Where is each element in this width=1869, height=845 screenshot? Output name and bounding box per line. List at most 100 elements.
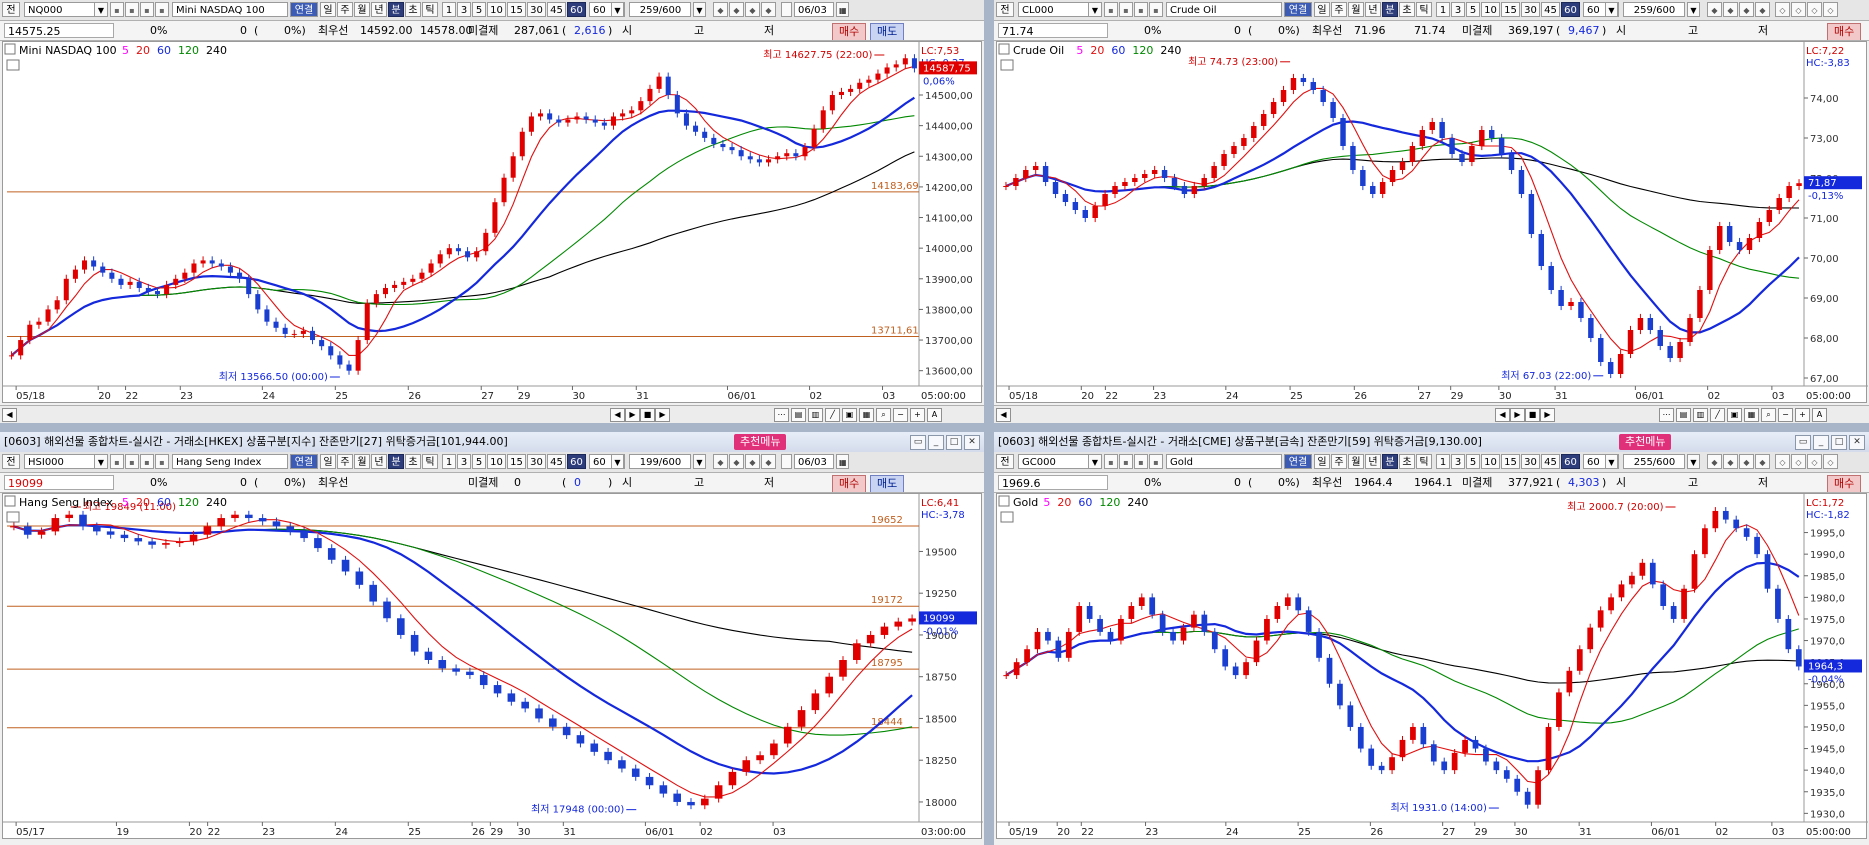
period-button[interactable]: 월 [354,454,370,469]
count-dropdown-icon[interactable]: ▼ [693,2,706,17]
zoom-in-icon[interactable]: + [910,408,925,422]
copy-icon[interactable]: ▣ [842,408,857,422]
copy-icon[interactable]: ▣ [1727,408,1742,422]
prev-icon[interactable]: ◀ [610,408,625,422]
tool-icon[interactable]: ◇ [1775,454,1790,469]
interval-button[interactable]: 5 [1466,2,1480,17]
period-button[interactable]: 분 [388,2,404,17]
interval-dropdown-icon[interactable]: ▼ [1605,2,1618,17]
minimize-icon[interactable]: _ [928,435,944,450]
bars-icon[interactable]: ▪ [1149,454,1163,469]
jeon-button[interactable]: 전 [2,454,20,469]
period-button[interactable]: 년 [371,2,387,17]
save-icon[interactable]: ◆ [1739,2,1754,17]
link-button[interactable]: 연결 [290,454,318,469]
interval-button[interactable]: 45 [1541,454,1560,469]
interval-button[interactable]: 10 [1481,2,1500,17]
symbol-dropdown-icon[interactable]: ▼ [1088,454,1102,469]
interval-button[interactable]: 5 [1466,454,1480,469]
interval-button[interactable]: 10 [487,2,506,17]
tool-icon[interactable]: ◇ [1791,454,1806,469]
chart-type-icon[interactable]: ▤ [1676,408,1691,422]
line-icon[interactable]: ◆ [1723,454,1738,469]
indicator-icon[interactable]: ▥ [808,408,823,422]
period-button[interactable]: 틱 [422,2,438,17]
interval-button[interactable]: 30 [527,2,546,17]
text-icon[interactable]: A [927,408,942,422]
sound-icon[interactable]: ▪ [1134,454,1148,469]
bars-icon[interactable]: ▪ [1149,2,1163,17]
sell-button[interactable]: 매도 [870,475,905,492]
period-button[interactable]: 분 [1382,454,1398,469]
next-icon[interactable]: ▶ [1540,408,1555,422]
zoom-range-icon[interactable]: ⋯ [1659,408,1674,422]
period-button[interactable]: 초 [405,454,421,469]
interval-button[interactable]: 45 [1541,2,1560,17]
count-dropdown-icon[interactable]: ▼ [1687,454,1700,469]
interval-button[interactable]: 10 [487,454,506,469]
sound-icon[interactable]: ▪ [1134,2,1148,17]
period-button[interactable]: 일 [1314,454,1330,469]
print-icon[interactable]: ▦ [859,408,874,422]
line-icon[interactable]: ◆ [729,454,744,469]
period-button[interactable]: 틱 [1416,454,1432,469]
interval-button[interactable]: 15 [507,454,526,469]
period-button[interactable]: 주 [1331,454,1347,469]
close-icon[interactable]: ✕ [1849,435,1865,450]
recommend-menu-button[interactable]: 추천메뉴 [734,434,787,450]
sell-button[interactable]: 매도 [870,23,905,40]
bar-count-field[interactable]: 199/600 [629,454,691,469]
symbol-name-field[interactable]: Mini NASDAQ 100 [172,2,288,17]
period-button[interactable]: 주 [337,2,353,17]
interval-dropdown-icon[interactable]: ▼ [611,454,624,469]
date-field[interactable]: 06/03 [794,2,834,17]
interval-button[interactable]: 15 [507,2,526,17]
window-titlebar[interactable]: [0603] 해외선물 종합차트-실시간 - 거래소[CME] 상품구분[금속]… [994,432,1869,453]
period-button[interactable]: 일 [320,454,336,469]
scroll-left-icon[interactable]: ◀ [2,408,17,422]
calc-icon[interactable]: ▪ [125,2,139,17]
interval-button[interactable]: 45 [547,454,566,469]
period-button[interactable]: 일 [320,2,336,17]
interval-button[interactable]: 3 [1451,2,1465,17]
tool-icon[interactable]: ◇ [1823,2,1838,17]
period-button[interactable]: 일 [1314,2,1330,17]
stop-icon[interactable]: ■ [640,408,655,422]
sound-icon[interactable]: ▪ [140,2,154,17]
buy-button[interactable]: 매수 [1827,23,1862,40]
save-icon[interactable]: ◆ [745,2,760,17]
chart-area[interactable]: 14500,00 14400,00 14300,00 14200,00 14100,00… [2,41,983,403]
window-titlebar[interactable]: [0603] 해외선물 종합차트-실시간 - 거래소[HKEX] 상품구분[지수… [0,432,984,453]
count-dropdown-icon[interactable]: ▼ [1687,2,1700,17]
save-icon[interactable]: ◆ [1739,454,1754,469]
horizontal-splitter[interactable] [0,423,1869,432]
bars-icon[interactable]: ▪ [155,2,169,17]
symbol-name-field[interactable]: Crude Oil [1166,2,1282,17]
line-icon[interactable]: ◆ [729,2,744,17]
calc-icon[interactable]: ▪ [1119,454,1133,469]
interval-button[interactable]: 45 [547,2,566,17]
chart-area[interactable]: 19500 19250 19000 18750 18500 18250 18000 05/17… [2,493,983,839]
calc-icon[interactable]: ▪ [1119,2,1133,17]
sound-icon[interactable]: ▪ [140,454,154,469]
chart-type-icon[interactable]: ▤ [791,408,806,422]
period-button[interactable]: 주 [337,454,353,469]
interval-button[interactable]: 60 [1561,2,1580,17]
play-icon[interactable]: ▶ [625,408,640,422]
symbol-dropdown-icon[interactable]: ▼ [94,2,108,17]
interval-button[interactable]: 60 [567,454,586,469]
stop-icon[interactable]: ■ [1525,408,1540,422]
tool-icon[interactable]: ◇ [1775,2,1790,17]
search-icon[interactable]: ▪ [1104,2,1118,17]
period-button[interactable]: 주 [1331,2,1347,17]
buy-button[interactable]: 매수 [832,475,867,492]
maximize-icon[interactable]: □ [946,435,962,450]
tool-icon[interactable]: ◇ [1823,454,1838,469]
interval-button[interactable]: 30 [527,454,546,469]
period-button[interactable]: 년 [371,454,387,469]
calendar-icon[interactable]: ▦ [836,2,849,17]
tool-icon[interactable]: ◇ [1791,2,1806,17]
symbol-name-field[interactable]: Hang Seng Index [172,454,288,469]
period-button[interactable]: 월 [1348,454,1364,469]
period-button[interactable]: 분 [388,454,404,469]
